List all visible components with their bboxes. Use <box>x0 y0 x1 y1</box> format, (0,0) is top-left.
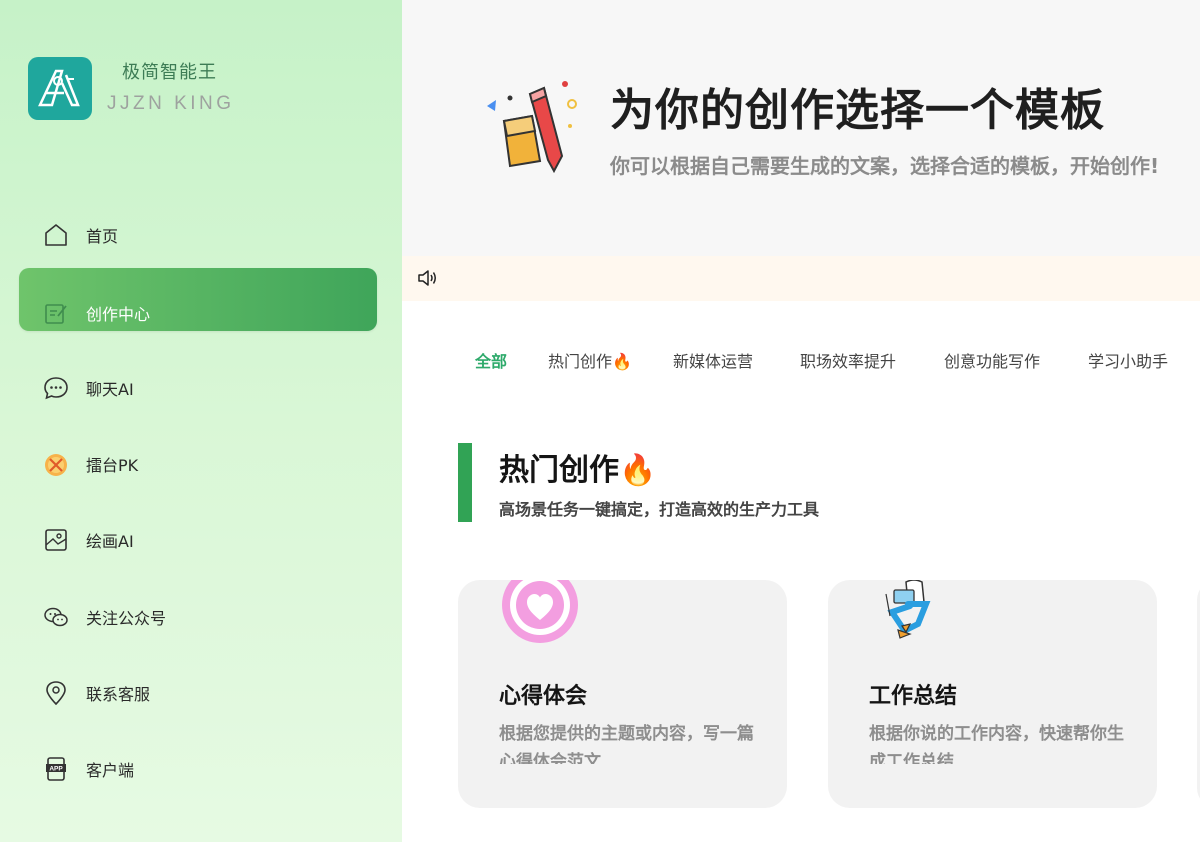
wechat-icon <box>44 607 68 627</box>
tab-all[interactable]: 全部 <box>475 348 507 372</box>
sidebar-item-home[interactable]: 首页 <box>19 203 377 266</box>
section-accent-bar <box>458 443 472 522</box>
sidebar-item-chat-ai[interactable]: 聊天AI <box>19 356 377 419</box>
tab-hot-creation[interactable]: 热门创作🔥 <box>548 348 632 372</box>
tab-new-media[interactable]: 新媒体运营 <box>673 348 753 372</box>
pencil-eraser-icon <box>487 81 577 174</box>
section-title: 热门创作🔥 <box>499 453 657 488</box>
ai-logo-icon[interactable] <box>28 57 92 120</box>
image-icon <box>45 529 67 551</box>
sidebar-item-contact-support[interactable]: 联系客服 <box>19 661 377 724</box>
card-description: 根据你说的工作内容，快速帮你生成工作总结 <box>869 724 1124 764</box>
card-title: 工作总结 <box>869 684 958 709</box>
svg-text:APP: APP <box>49 766 63 773</box>
sidebar-item-pk[interactable]: 擂台PK <box>19 432 377 495</box>
sidebar-item-follow-official[interactable]: 关注公众号 <box>19 585 377 648</box>
brand-name: 极简智能王 <box>122 62 217 83</box>
page-subtitle: 你可以根据自己需要生成的文案，选择合适的模板，开始创作! <box>610 154 1160 178</box>
section-subtitle: 高场景任务一键搞定，打造高效的生产力工具 <box>499 500 820 519</box>
card-description: 根据您提供的主题或内容，写一篇心得体会范文 <box>499 724 754 764</box>
brand[interactable]: 极简智能王 JJZN KING <box>28 57 268 121</box>
hero-banner: 为你的创作选择一个模板 你可以根据自己需要生成的文案，选择合适的模板，开始创作! <box>402 0 1200 256</box>
sidebar-item-label: 客户端 <box>86 761 135 780</box>
person-laptop-icon <box>885 580 931 639</box>
sidebar-item-label: 关注公众号 <box>86 609 167 628</box>
edit-note-icon <box>45 304 67 324</box>
speaker-icon <box>418 270 436 286</box>
app-icon: APP <box>46 757 66 781</box>
sidebar-item-client[interactable]: APP 客户端 <box>19 737 377 800</box>
notice-bar[interactable] <box>402 256 1200 301</box>
sidebar-item-label: 擂台PK <box>86 456 139 475</box>
heart-icon <box>502 580 578 643</box>
tab-workplace-efficiency[interactable]: 职场效率提升 <box>800 348 896 372</box>
sidebar-item-drawing-ai[interactable]: 绘画AI <box>19 508 377 571</box>
brand-subtitle: JJZN KING <box>107 93 235 114</box>
template-card-reflection[interactable]: 心得体会 根据您提供的主题或内容，写一篇心得体会范文 <box>458 580 787 808</box>
main-content: 为你的创作选择一个模板 你可以根据自己需要生成的文案，选择合适的模板，开始创作!… <box>402 0 1200 842</box>
sidebar-item-label: 创作中心 <box>86 305 151 324</box>
sidebar-item-label: 聊天AI <box>86 380 134 399</box>
sidebar: 极简智能王 JJZN KING 首页 创作中心 聊天AI 擂台PK 绘画AI 关… <box>0 0 402 842</box>
template-card-work-summary[interactable]: 工作总结 根据你说的工作内容，快速帮你生成工作总结 <box>828 580 1157 808</box>
location-pin-icon <box>46 681 66 706</box>
pk-badge-icon <box>45 454 67 476</box>
tab-study-helper[interactable]: 学习小助手 <box>1088 348 1168 372</box>
sidebar-item-label: 首页 <box>86 227 119 246</box>
sidebar-item-label: 联系客服 <box>86 685 151 704</box>
tab-creative-writing[interactable]: 创意功能写作 <box>944 348 1040 372</box>
chat-bubble-icon <box>44 377 68 400</box>
page-title: 为你的创作选择一个模板 <box>610 85 1105 136</box>
card-title: 心得体会 <box>499 684 588 709</box>
home-icon <box>45 224 67 246</box>
sidebar-item-creation-center[interactable]: 创作中心 <box>19 268 377 331</box>
sidebar-item-label: 绘画AI <box>86 532 134 551</box>
